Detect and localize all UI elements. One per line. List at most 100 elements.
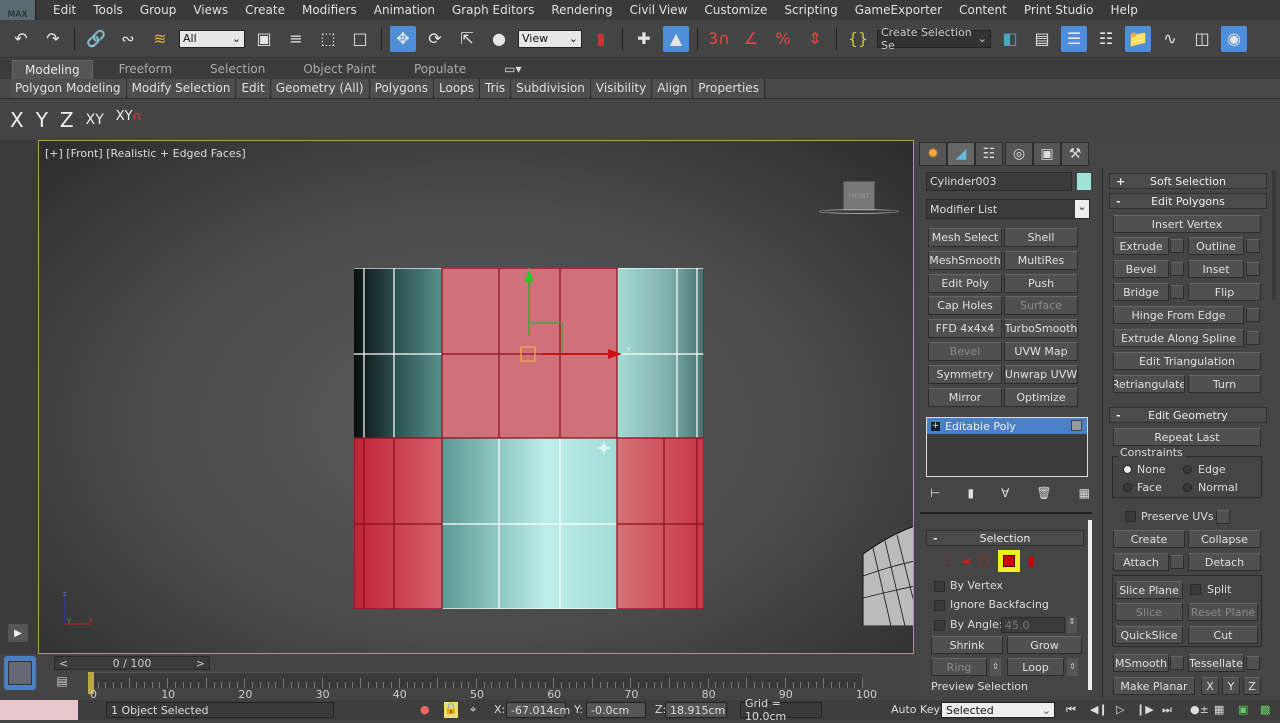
- constrain-z-button[interactable]: Z: [60, 108, 74, 132]
- tab-create-icon[interactable]: ✹: [919, 142, 947, 166]
- angle-snap-icon[interactable]: ∠: [738, 26, 764, 52]
- time-slider[interactable]: < 0 / 100 >: [54, 656, 210, 670]
- time-prev-button[interactable]: <: [59, 657, 68, 670]
- configure-modifier-sets-icon[interactable]: ▦: [1079, 486, 1090, 502]
- ring-spinner[interactable]: ⇕: [990, 658, 1001, 676]
- y-coord-field[interactable]: -0.0cm: [586, 702, 646, 718]
- make-planar-x-button[interactable]: X: [1201, 677, 1219, 695]
- object-name-field[interactable]: Cylinder003: [926, 172, 1072, 191]
- cylinder-mesh[interactable]: x y: [354, 268, 704, 609]
- bevel-settings-icon[interactable]: [1170, 262, 1184, 276]
- loop-button[interactable]: Loop: [1007, 658, 1064, 676]
- menu-views[interactable]: Views: [176, 3, 228, 17]
- constrain-x-button[interactable]: X: [10, 108, 24, 132]
- attach-button[interactable]: Attach: [1113, 553, 1169, 571]
- rect-selection-region-icon[interactable]: ⬚: [315, 26, 341, 52]
- msmooth-settings-icon[interactable]: [1170, 656, 1184, 670]
- polygon-level-icon[interactable]: [997, 550, 1020, 572]
- spinner-snap-icon[interactable]: ⇕: [802, 26, 828, 52]
- track-bar-toggle-icon[interactable]: ▤: [50, 674, 74, 694]
- edit-triangulation-button[interactable]: Edit Triangulation: [1113, 352, 1261, 370]
- modifier-list-dropdown[interactable]: Modifier List ⌄: [926, 199, 1090, 219]
- material-editor-icon[interactable]: ◉: [1221, 25, 1247, 52]
- menu-modifiers[interactable]: Modifiers: [285, 3, 357, 17]
- ring-button[interactable]: Ring: [931, 658, 987, 676]
- panel-modify-selection[interactable]: Modify Selection: [126, 79, 237, 98]
- preserve-uvs-settings-icon[interactable]: [1216, 510, 1230, 524]
- tab-object-paint[interactable]: Object Paint: [291, 60, 388, 79]
- constraint-face-radio[interactable]: [1123, 483, 1132, 492]
- constraint-none-radio[interactable]: [1123, 465, 1132, 474]
- window-crossing-icon[interactable]: □: [347, 26, 373, 52]
- shrink-button[interactable]: Shrink: [931, 636, 1003, 654]
- panel-polygon-modeling[interactable]: Polygon Modeling: [10, 79, 127, 98]
- hinge-from-edge-button[interactable]: Hinge From Edge: [1113, 306, 1244, 324]
- show-end-result-icon[interactable]: ▮: [967, 486, 974, 502]
- menu-scripting[interactable]: Scripting: [767, 3, 837, 17]
- menu-graph-editors[interactable]: Graph Editors: [435, 3, 534, 17]
- track-bar[interactable]: [90, 672, 863, 688]
- extrude-along-spline-button[interactable]: Extrude Along Spline: [1113, 329, 1244, 347]
- zoom-all-icon[interactable]: ▦: [1214, 703, 1224, 716]
- modifier-button-unwrap-uvw[interactable]: Unwrap UVW: [1004, 364, 1078, 384]
- mini-listener-button[interactable]: [4, 656, 36, 690]
- schematic-view-icon[interactable]: ◫: [1189, 26, 1215, 52]
- viewport-front[interactable]: [+] [Front] [Realistic + Edged Faces] FR…: [38, 140, 914, 654]
- face-top-left[interactable]: [354, 268, 442, 438]
- tessellate-button[interactable]: Tessellate: [1188, 654, 1244, 672]
- select-move-icon[interactable]: ✥: [390, 25, 416, 52]
- reset-plane-button[interactable]: Reset Plane: [1188, 603, 1258, 621]
- tab-display-icon[interactable]: ▣: [1033, 142, 1061, 166]
- modifier-button-uvw-map[interactable]: UVW Map: [1004, 342, 1078, 361]
- angle-spinner-arrows[interactable]: ⇕: [1067, 617, 1077, 633]
- select-rotate-icon[interactable]: ⟳: [422, 26, 448, 52]
- undo-icon[interactable]: ↶: [8, 26, 34, 52]
- menu-customize[interactable]: Customize: [687, 3, 767, 17]
- pin-stack-icon[interactable]: ⊢: [930, 486, 940, 502]
- object-color-swatch[interactable]: [1077, 173, 1091, 190]
- select-object-icon[interactable]: ▣: [251, 26, 277, 52]
- extrude-spline-settings-icon[interactable]: [1246, 331, 1260, 345]
- quickslice-button[interactable]: QuickSlice: [1115, 626, 1183, 644]
- menu-print-studio[interactable]: Print Studio: [1007, 3, 1094, 17]
- named-selection-dropdown[interactable]: Create Selection Se ⌄: [877, 26, 991, 52]
- selection-lock-icon[interactable]: 🔒: [444, 702, 458, 718]
- modifier-button-symmetry[interactable]: Symmetry: [928, 364, 1002, 384]
- panel-properties[interactable]: Properties: [693, 79, 765, 98]
- mirror-icon[interactable]: ◧: [997, 26, 1023, 52]
- by-angle-checkbox[interactable]: [934, 620, 945, 631]
- constraint-normal-radio[interactable]: [1183, 483, 1192, 492]
- modifier-button-mirror[interactable]: Mirror: [928, 387, 1002, 407]
- tab-utilities-icon[interactable]: ⚒: [1061, 142, 1089, 166]
- bridge-settings-icon[interactable]: [1170, 285, 1184, 299]
- auto-key-button[interactable]: Auto Key: [891, 703, 940, 716]
- zoom-icon[interactable]: ●±: [1190, 703, 1209, 716]
- menu-help[interactable]: Help: [1093, 3, 1137, 17]
- unlink-icon[interactable]: ∾: [115, 26, 141, 52]
- select-by-name-icon[interactable]: ≡: [283, 26, 309, 52]
- menu-gameexporter[interactable]: GameExporter: [838, 3, 942, 17]
- right-panel-scrollbar[interactable]: [1272, 170, 1276, 300]
- retriangulate-button[interactable]: Retriangulate: [1113, 375, 1185, 393]
- maxscript-listener[interactable]: [0, 700, 78, 720]
- modifier-button-surface[interactable]: Surface: [1004, 296, 1078, 316]
- tab-modify-icon[interactable]: ◢: [947, 142, 975, 166]
- bevel-button[interactable]: Bevel: [1113, 260, 1169, 278]
- panel-align[interactable]: Align: [652, 79, 694, 98]
- modifier-button-meshsmooth[interactable]: MeshSmooth: [928, 250, 1002, 270]
- stack-item-editable-poly[interactable]: + Editable Poly: [927, 418, 1087, 434]
- pivot-center-icon[interactable]: ▮: [588, 26, 614, 52]
- modifier-button-multires[interactable]: MultiRes: [1004, 250, 1078, 270]
- tab-populate[interactable]: Populate: [402, 60, 478, 79]
- modifier-stack[interactable]: + Editable Poly: [926, 417, 1088, 477]
- snaps-toggle-icon[interactable]: 3∩: [706, 26, 732, 52]
- modifier-button-cap-holes[interactable]: Cap Holes: [928, 296, 1002, 316]
- tessellate-settings-icon[interactable]: [1246, 656, 1260, 670]
- panel-subdivision[interactable]: Subdivision: [511, 79, 591, 98]
- previous-frame-icon[interactable]: ◀❙: [1090, 703, 1108, 716]
- modifier-button-push[interactable]: Push: [1004, 273, 1078, 293]
- menu-content[interactable]: Content: [942, 3, 1007, 17]
- make-planar-y-button[interactable]: Y: [1222, 677, 1240, 695]
- slice-plane-button[interactable]: Slice Plane: [1115, 581, 1183, 599]
- isolate-selection-icon[interactable]: ●: [420, 703, 430, 716]
